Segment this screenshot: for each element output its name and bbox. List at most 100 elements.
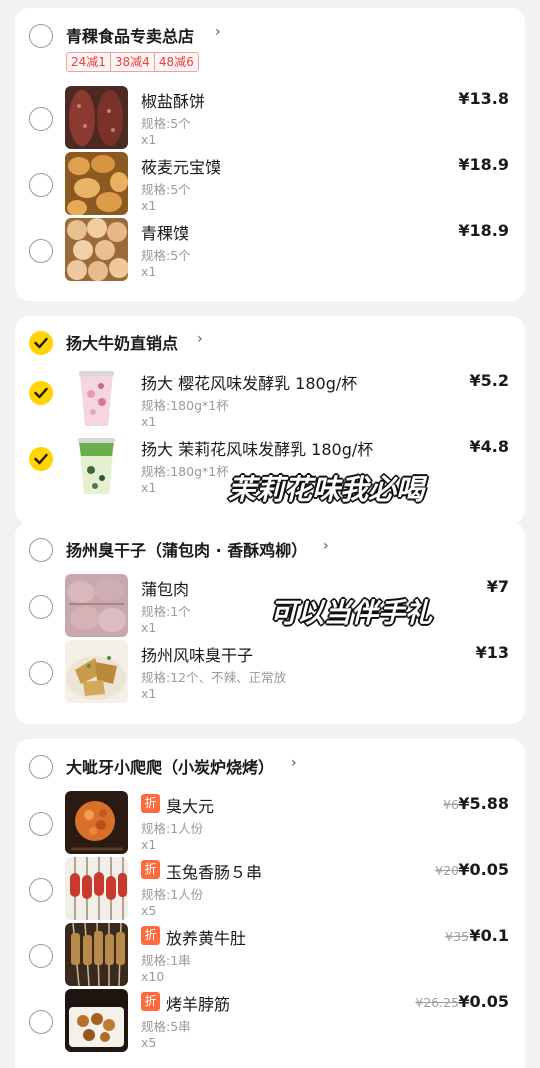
item-image[interactable] bbox=[65, 640, 128, 703]
item-spec[interactable]: 规格:5个 bbox=[141, 245, 191, 264]
item-spec[interactable]: 规格:1个 bbox=[141, 601, 191, 620]
item-checkbox[interactable] bbox=[29, 107, 53, 131]
item-spec[interactable]: 规格:5个 bbox=[141, 113, 191, 132]
item-checkbox[interactable] bbox=[29, 878, 53, 902]
cart-item[interactable]: 青稞馍 规格:5个 x1 ¥18.9 bbox=[15, 218, 525, 284]
store-name[interactable]: 青稞食品专卖总店 bbox=[66, 23, 194, 47]
item-image[interactable] bbox=[65, 791, 128, 854]
store-header[interactable]: 扬州臭干子（蒲包肉 · 香酥鸡柳） › bbox=[15, 522, 525, 574]
item-checkbox[interactable] bbox=[29, 173, 53, 197]
chevron-right-icon[interactable]: › bbox=[215, 24, 221, 40]
discount-badge: 折 bbox=[141, 926, 160, 945]
store-checkbox[interactable] bbox=[29, 755, 53, 779]
item-price: ¥4.8 bbox=[469, 437, 509, 456]
item-name[interactable]: 椒盐酥饼 bbox=[141, 88, 205, 112]
chevron-right-icon[interactable]: › bbox=[197, 331, 203, 347]
item-checkbox[interactable] bbox=[29, 381, 53, 405]
discount-badge: 折 bbox=[141, 992, 160, 1011]
item-checkbox[interactable] bbox=[29, 1010, 53, 1034]
item-checkbox[interactable] bbox=[29, 595, 53, 619]
store-checkbox[interactable] bbox=[29, 331, 53, 355]
item-price: ¥13.8 bbox=[458, 89, 509, 108]
item-name[interactable]: 蒲包肉 bbox=[141, 576, 189, 600]
item-image[interactable] bbox=[65, 574, 128, 637]
item-name[interactable]: 臭大元 bbox=[166, 793, 214, 817]
item-name[interactable]: 烤羊脖筋 bbox=[166, 991, 230, 1015]
item-price: ¥13 bbox=[475, 643, 509, 662]
item-image[interactable] bbox=[65, 434, 128, 497]
item-image[interactable] bbox=[65, 218, 128, 281]
cart-item[interactable]: 折 玉兔香肠５串 规格:1人份 x5 ¥20 ¥0.05 bbox=[15, 857, 525, 923]
item-quantity[interactable]: x10 bbox=[141, 969, 164, 984]
store-checkbox[interactable] bbox=[29, 538, 53, 562]
chevron-right-icon[interactable]: › bbox=[291, 755, 297, 771]
item-quantity[interactable]: x1 bbox=[141, 480, 156, 495]
item-quantity[interactable]: x1 bbox=[141, 132, 156, 147]
store-name[interactable]: 大呲牙小爬爬（小炭炉烧烤） bbox=[66, 754, 274, 778]
promo-tag: 48减6 bbox=[153, 53, 198, 71]
item-price: ¥7 bbox=[486, 577, 509, 596]
chevron-right-icon[interactable]: › bbox=[323, 538, 329, 554]
item-name[interactable]: 扬州风味臭干子 bbox=[141, 642, 253, 666]
item-image[interactable] bbox=[65, 152, 128, 215]
item-image[interactable] bbox=[65, 368, 128, 431]
item-price: ¥0.1 bbox=[469, 926, 509, 945]
store-header[interactable]: 扬大牛奶直销点 › bbox=[15, 316, 525, 368]
item-name[interactable]: 扬大 茉莉花风味发酵乳 180g/杯 bbox=[141, 436, 373, 460]
item-checkbox[interactable] bbox=[29, 812, 53, 836]
item-price: ¥18.9 bbox=[458, 221, 509, 240]
item-spec[interactable]: 规格:1串 bbox=[141, 950, 191, 969]
store-checkbox[interactable] bbox=[29, 24, 53, 48]
item-spec[interactable]: 规格:1人份 bbox=[141, 884, 203, 903]
cart-item[interactable]: 折 放养黄牛肚 规格:1串 x10 ¥35 ¥0.1 bbox=[15, 923, 525, 989]
item-checkbox[interactable] bbox=[29, 239, 53, 263]
cart-item[interactable]: 折 臭大元 规格:1人份 x1 ¥6 ¥5.88 bbox=[15, 791, 525, 857]
item-quantity[interactable]: x1 bbox=[141, 414, 156, 429]
store-name[interactable]: 扬州臭干子（蒲包肉 · 香酥鸡柳） bbox=[66, 537, 307, 561]
item-quantity[interactable]: x1 bbox=[141, 198, 156, 213]
item-quantity[interactable]: x1 bbox=[141, 837, 156, 852]
item-image[interactable] bbox=[65, 86, 128, 149]
item-spec[interactable]: 规格:1人份 bbox=[141, 818, 203, 837]
item-quantity[interactable]: x1 bbox=[141, 686, 156, 701]
item-quantity[interactable]: x5 bbox=[141, 903, 156, 918]
item-name[interactable]: 青稞馍 bbox=[141, 220, 189, 244]
cart-item[interactable]: 扬大 樱花风味发酵乳 180g/杯 规格:180g*1杯 x1 ¥5.2 bbox=[15, 368, 525, 434]
item-checkbox[interactable] bbox=[29, 661, 53, 685]
item-name[interactable]: 扬大 樱花风味发酵乳 180g/杯 bbox=[141, 370, 357, 394]
item-quantity[interactable]: x1 bbox=[141, 620, 156, 635]
item-name[interactable]: 莜麦元宝馍 bbox=[141, 154, 221, 178]
item-quantity[interactable]: x5 bbox=[141, 1035, 156, 1050]
item-spec[interactable]: 规格:180g*1杯 bbox=[141, 461, 229, 480]
item-name[interactable]: 放养黄牛肚 bbox=[166, 925, 246, 949]
discount-badge: 折 bbox=[141, 860, 160, 879]
item-price: ¥0.05 bbox=[458, 860, 509, 879]
store-card-bbq: 大呲牙小爬爬（小炭炉烧烤） › 折 臭大元 规格:1人份 x1 ¥6 ¥5.88… bbox=[15, 739, 525, 1068]
item-price: ¥18.9 bbox=[458, 155, 509, 174]
promo-tags: 24减1 38减4 48减6 bbox=[66, 52, 199, 72]
item-spec[interactable]: 规格:5个 bbox=[141, 179, 191, 198]
cart-item[interactable]: 椒盐酥饼 规格:5个 x1 ¥13.8 bbox=[15, 86, 525, 152]
item-spec[interactable]: 规格:12个、不辣、正常放 bbox=[141, 667, 286, 686]
item-price: ¥5.2 bbox=[469, 371, 509, 390]
item-price: ¥5.88 bbox=[458, 794, 509, 813]
item-checkbox[interactable] bbox=[29, 944, 53, 968]
item-checkbox[interactable] bbox=[29, 447, 53, 471]
cart-item[interactable]: 折 烤羊脖筋 规格:5串 x5 ¥26.25 ¥0.05 bbox=[15, 989, 525, 1055]
item-image[interactable] bbox=[65, 989, 128, 1052]
item-image[interactable] bbox=[65, 923, 128, 986]
discount-badge: 折 bbox=[141, 794, 160, 813]
item-price: ¥0.05 bbox=[458, 992, 509, 1011]
item-spec[interactable]: 规格:180g*1杯 bbox=[141, 395, 229, 414]
item-name[interactable]: 玉兔香肠５串 bbox=[166, 859, 262, 883]
item-quantity[interactable]: x1 bbox=[141, 264, 156, 279]
cart-item[interactable]: 莜麦元宝馍 规格:5个 x1 ¥18.9 bbox=[15, 152, 525, 218]
store-name[interactable]: 扬大牛奶直销点 bbox=[66, 330, 178, 354]
cart-item[interactable]: 扬州风味臭干子 规格:12个、不辣、正常放 x1 ¥13 bbox=[15, 640, 525, 706]
item-image[interactable] bbox=[65, 857, 128, 920]
original-price: ¥35 bbox=[445, 929, 469, 944]
store-header[interactable]: 大呲牙小爬爬（小炭炉烧烤） › bbox=[15, 739, 525, 791]
item-spec[interactable]: 规格:5串 bbox=[141, 1016, 191, 1035]
original-price: ¥6 bbox=[443, 797, 459, 812]
promo-tag: 24减1 bbox=[71, 55, 106, 69]
